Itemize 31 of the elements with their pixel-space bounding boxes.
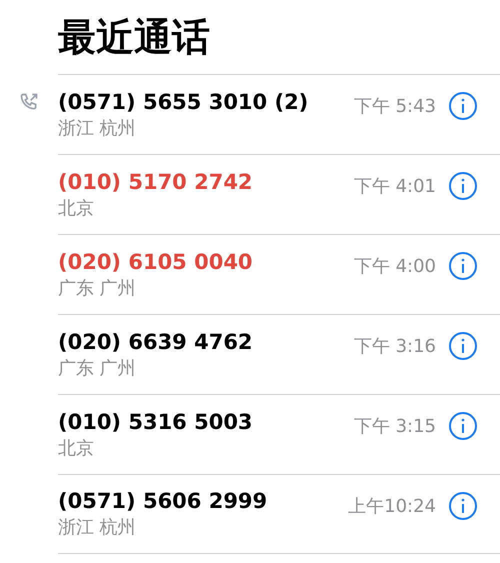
info-icon xyxy=(448,331,478,361)
phone-number: (010) 5316 5003 xyxy=(58,408,254,436)
info-button[interactable] xyxy=(448,171,478,201)
info-icon xyxy=(448,171,478,201)
call-time: 下午 3:15 xyxy=(354,415,436,439)
location-label: 广东 广州 xyxy=(58,356,137,380)
info-button[interactable] xyxy=(448,91,478,121)
call-time: 下午 4:01 xyxy=(354,175,436,199)
info-button[interactable] xyxy=(448,491,478,521)
call-time: 下午 5:43 xyxy=(354,95,436,119)
info-button[interactable] xyxy=(448,251,478,281)
info-icon xyxy=(448,91,478,121)
info-icon xyxy=(448,411,478,441)
location-label: 北京 xyxy=(58,196,95,220)
info-button[interactable] xyxy=(448,331,478,361)
location-label: 浙江 杭州 xyxy=(58,516,137,540)
info-icon xyxy=(448,251,478,281)
phone-number: (010) 5170 2742 xyxy=(58,168,254,196)
phone-number: (020) 6105 0040 xyxy=(58,248,254,276)
page-title: 最近通话 xyxy=(58,14,211,61)
location-label: 广东 广州 xyxy=(58,276,137,300)
phone-number: (020) 6639 4762 xyxy=(58,328,254,356)
call-time: 下午 3:16 xyxy=(354,335,436,359)
call-time: 上午10:24 xyxy=(348,495,436,519)
info-icon xyxy=(448,491,478,521)
location-label: 北京 xyxy=(58,436,95,460)
phone-number: (0571) 5606 2999 xyxy=(58,488,268,515)
info-button[interactable] xyxy=(448,411,478,441)
phone-number: (0571) 5655 3010 (2) xyxy=(58,88,310,116)
location-label: 浙江 杭州 xyxy=(58,116,137,140)
call-time: 下午 4:00 xyxy=(354,255,436,279)
